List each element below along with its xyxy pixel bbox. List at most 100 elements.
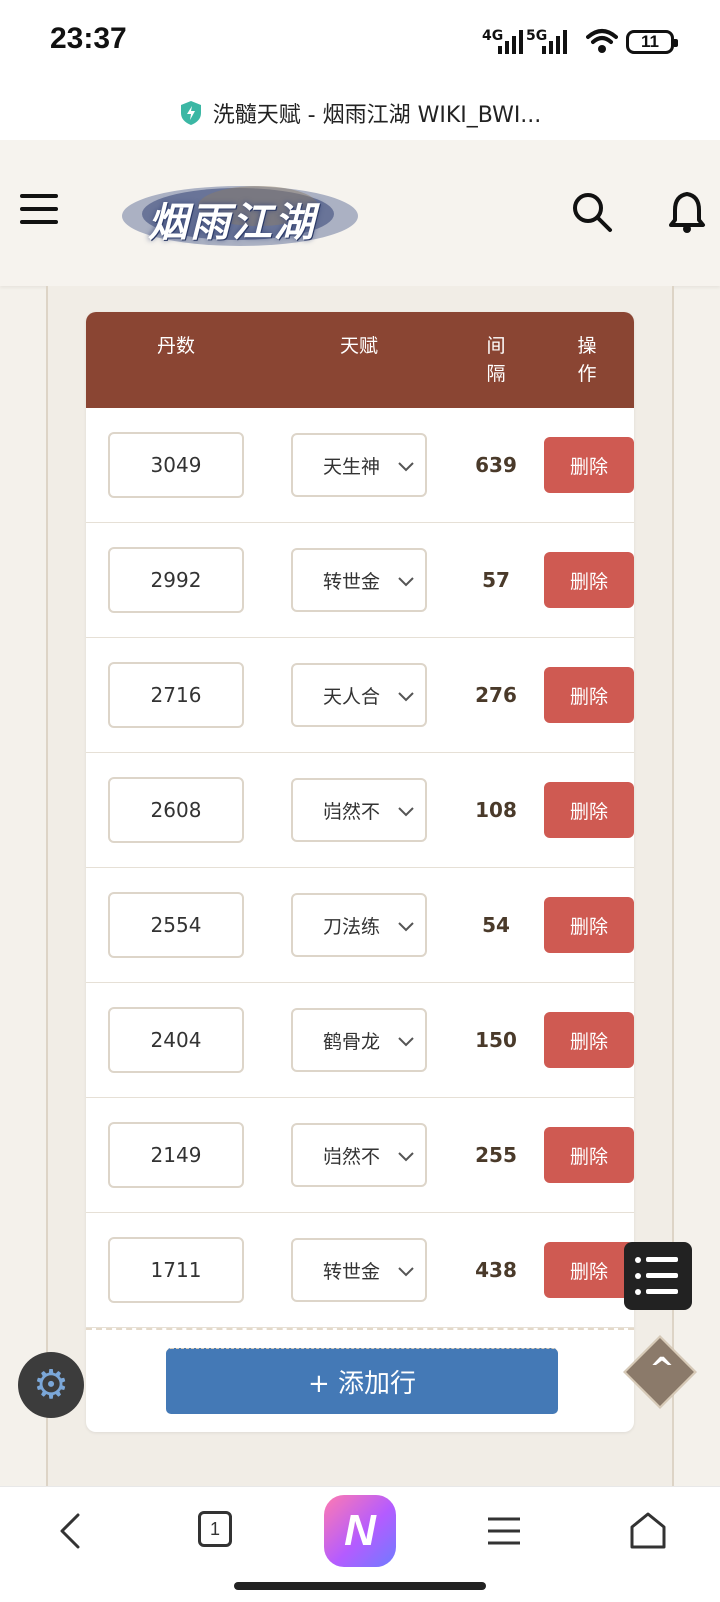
back-icon[interactable] <box>56 1511 84 1551</box>
shield-icon <box>180 101 201 125</box>
delete-button[interactable]: 删除 <box>544 552 634 608</box>
table-row: 2992 转世金 57 删除 <box>86 523 634 638</box>
gear-icon: ⚙ <box>33 1362 69 1408</box>
cell-action: 删除 <box>540 1242 634 1298</box>
talent-select-value: 岿然不 <box>323 800 381 823</box>
talent-select[interactable]: 天人合 <box>291 663 427 727</box>
dan-input[interactable]: 2608 <box>108 777 244 843</box>
search-icon[interactable] <box>570 190 614 234</box>
cell-gap: 57 <box>452 568 540 592</box>
chevron-up-icon: ^ <box>649 1352 675 1387</box>
gap-value: 57 <box>482 568 510 592</box>
home-indicator <box>234 1582 486 1590</box>
app-launcher-button[interactable]: N <box>324 1495 396 1567</box>
cell-dan: 2404 <box>86 1007 266 1073</box>
gap-value: 438 <box>475 1258 517 1282</box>
talent-select-value: 岿然不 <box>323 1145 381 1168</box>
chevron-down-icon <box>398 922 414 932</box>
cell-action: 删除 <box>540 667 634 723</box>
delete-button[interactable]: 删除 <box>544 667 634 723</box>
toc-list-button[interactable] <box>624 1242 692 1310</box>
cell-action: 删除 <box>540 437 634 493</box>
gap-value: 276 <box>475 683 517 707</box>
cell-talent: 天生神 <box>266 433 452 497</box>
chevron-down-icon <box>398 577 414 587</box>
talent-select[interactable]: 天生神 <box>291 433 427 497</box>
talent-select[interactable]: 岿然不 <box>291 1123 427 1187</box>
cell-talent: 转世金 <box>266 1238 452 1302</box>
gap-value: 639 <box>475 453 517 477</box>
status-bar: 23:37 4G 5G 11 <box>0 0 720 86</box>
gap-value: 150 <box>475 1028 517 1052</box>
header-gap: 间 隔 <box>486 335 506 385</box>
divider <box>86 1328 634 1330</box>
signal-bars-icon <box>498 30 523 54</box>
cell-dan: 3049 <box>86 432 266 498</box>
talent-select[interactable]: 转世金 <box>291 548 427 612</box>
cell-dan: 2716 <box>86 662 266 728</box>
dan-input[interactable]: 2716 <box>108 662 244 728</box>
cell-action: 删除 <box>540 1127 634 1183</box>
dan-input[interactable]: 2992 <box>108 547 244 613</box>
wifi-icon <box>586 29 618 53</box>
cell-talent: 天人合 <box>266 663 452 727</box>
dan-input[interactable]: 3049 <box>108 432 244 498</box>
dan-input[interactable]: 1711 <box>108 1237 244 1303</box>
cell-gap: 639 <box>452 453 540 477</box>
chevron-down-icon <box>398 1152 414 1162</box>
cell-dan: 2608 <box>86 777 266 843</box>
browser-title-bar[interactable]: 洗髓天赋 - 烟雨江湖 WIKI_BWI... <box>0 86 720 140</box>
cell-action: 删除 <box>540 1012 634 1068</box>
talent-select-value: 刀法练 <box>323 915 381 938</box>
site-logo[interactable]: 烟雨江湖 <box>118 176 362 256</box>
talent-select[interactable]: 转世金 <box>291 1238 427 1302</box>
page-title: 洗髓天赋 - 烟雨江湖 WIKI_BWI... <box>212 103 542 128</box>
talent-select[interactable]: 鹤骨龙 <box>291 1008 427 1072</box>
header-dan: 丹数 <box>156 335 195 357</box>
gap-value: 108 <box>475 798 517 822</box>
chevron-down-icon <box>398 692 414 702</box>
delete-button[interactable]: 删除 <box>544 1127 634 1183</box>
delete-button[interactable]: 删除 <box>544 1012 634 1068</box>
header-action: 操 作 <box>577 335 597 385</box>
menu-icon[interactable] <box>20 194 58 228</box>
cell-talent: 鹤骨龙 <box>266 1008 452 1072</box>
talent-select-value: 天生神 <box>323 455 381 478</box>
dan-input[interactable]: 2404 <box>108 1007 244 1073</box>
cell-gap: 54 <box>452 913 540 937</box>
add-row-button[interactable]: + 添加行 <box>166 1348 558 1414</box>
cell-gap: 255 <box>452 1143 540 1167</box>
talent-select[interactable]: 刀法练 <box>291 893 427 957</box>
cell-talent: 刀法练 <box>266 893 452 957</box>
delete-button[interactable]: 删除 <box>544 1242 634 1298</box>
logo-text: 烟雨江湖 <box>148 199 316 246</box>
table-row: 1711 转世金 438 删除 <box>86 1213 634 1328</box>
cell-talent: 转世金 <box>266 548 452 612</box>
table-header: 丹数 天赋 间 隔 操 作 <box>86 312 634 408</box>
talent-select-value: 鹤骨龙 <box>323 1030 381 1053</box>
tabs-button[interactable]: 1 <box>198 1511 232 1547</box>
menu-lines-icon[interactable] <box>486 1511 522 1551</box>
delete-button[interactable]: 删除 <box>544 437 634 493</box>
header-talent: 天赋 <box>339 335 378 357</box>
table-row: 2149 岿然不 255 删除 <box>86 1098 634 1213</box>
table-row: 3049 天生神 639 删除 <box>86 408 634 523</box>
cell-talent: 岿然不 <box>266 778 452 842</box>
signal-bars-icon <box>542 30 567 54</box>
talent-select[interactable]: 岿然不 <box>291 778 427 842</box>
talent-select-value: 天人合 <box>323 685 381 708</box>
table-row: 2554 刀法练 54 删除 <box>86 868 634 983</box>
delete-button[interactable]: 删除 <box>544 897 634 953</box>
table-row: 2716 天人合 276 删除 <box>86 638 634 753</box>
dan-input[interactable]: 2554 <box>108 892 244 958</box>
delete-button[interactable]: 删除 <box>544 782 634 838</box>
table-row: 2608 岿然不 108 删除 <box>86 753 634 868</box>
talent-select-value: 转世金 <box>323 1260 381 1283</box>
bell-icon[interactable] <box>668 190 706 234</box>
dan-input[interactable]: 2149 <box>108 1122 244 1188</box>
talent-table-card: 丹数 天赋 间 隔 操 作 3049 天生神 639 删除 2992 转世金 5… <box>86 312 634 1432</box>
cell-action: 删除 <box>540 897 634 953</box>
table-row: 2404 鹤骨龙 150 删除 <box>86 983 634 1098</box>
home-icon[interactable] <box>628 1511 668 1551</box>
settings-button[interactable]: ⚙ <box>18 1352 84 1418</box>
